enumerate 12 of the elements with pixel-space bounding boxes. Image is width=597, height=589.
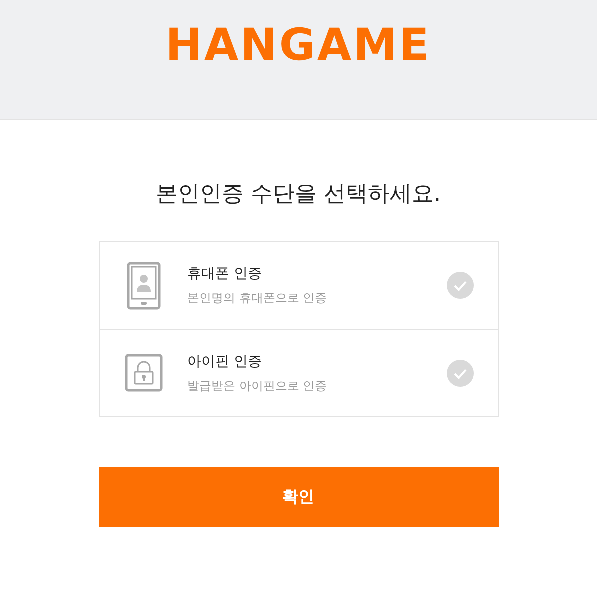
option-description: 발급받은 아이핀으로 인증: [188, 378, 328, 394]
phone-icon: [126, 262, 160, 310]
lock-icon: [124, 354, 162, 392]
auth-option[interactable]: 아이핀 인증 발급받은 아이핀으로 인증: [100, 329, 498, 416]
option-title: 아이핀 인증: [188, 352, 263, 372]
page-heading: 본인인증 수단을 선택하세요.: [156, 181, 441, 209]
auth-option[interactable]: 휴대폰 인증 본인명의 휴대폰으로 인증: [100, 242, 498, 329]
option-title: 휴대폰 인증: [188, 265, 263, 284]
check-icon: [446, 272, 474, 299]
check-icon: [446, 360, 474, 386]
option-description: 본인명의 휴대폰으로 인증: [188, 290, 328, 307]
logo: HANGAME: [166, 24, 432, 68]
